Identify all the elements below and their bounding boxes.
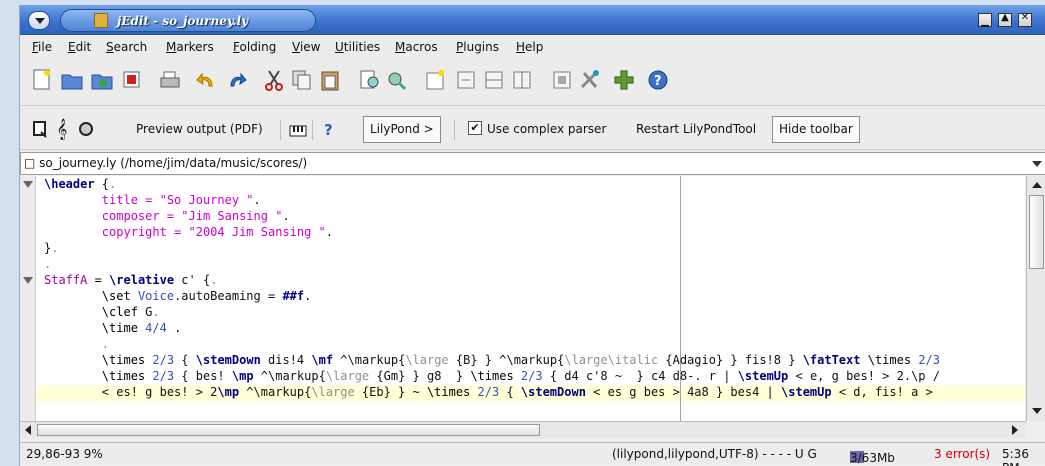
reload-file-icon[interactable]	[90, 68, 114, 92]
close-button[interactable]: ✕	[1018, 12, 1032, 27]
global-options-icon[interactable]	[578, 68, 602, 92]
split-vertical-icon[interactable]	[510, 68, 534, 92]
menu-bar: File Edit Search Markers Folding View Ut…	[20, 36, 1045, 58]
status-bar: 29,86-93 9% (lilypond,lilypond,UTF-8) - …	[20, 442, 1045, 466]
clock: 5:36 PM	[1002, 447, 1029, 466]
help-icon[interactable]: ?	[646, 68, 670, 92]
vertical-scrollbar[interactable]	[1026, 176, 1045, 421]
error-count[interactable]: 3 error(s)	[934, 447, 990, 461]
code-line: \header {.	[44, 177, 117, 191]
fold-marker-icon[interactable]	[23, 277, 33, 284]
lilypond-help-icon[interactable]: ?	[318, 117, 342, 141]
jedit-app-icon	[94, 13, 108, 28]
code-line: StaffA = \relative c' {.	[44, 273, 218, 287]
code-line: \time 4/4 .	[101, 321, 182, 335]
find-replace-icon[interactable]	[384, 68, 408, 92]
jedit-window: jEdit - so_journey.ly ▁ ▲ ✕ File Edit Se…	[19, 5, 1045, 466]
piano-icon[interactable]	[286, 117, 310, 141]
cut-icon[interactable]	[262, 68, 286, 92]
code-line: composer = "Jim Sansing ".	[101, 209, 290, 223]
buffer-mode[interactable]: (lilypond,lilypond,UTF-8) - - - - U G	[612, 447, 817, 461]
menu-edit[interactable]: Edit	[68, 40, 91, 54]
menu-folding[interactable]: Folding	[233, 40, 276, 54]
split-horizontal-icon[interactable]	[482, 68, 506, 92]
vertical-scroll-thumb[interactable]	[1029, 195, 1044, 269]
chevron-down-icon[interactable]	[1032, 161, 1042, 167]
menu-file[interactable]: File	[32, 40, 52, 54]
fold-gutter[interactable]	[20, 176, 36, 421]
menu-view[interactable]: View	[292, 40, 320, 54]
menu-markers[interactable]: Markers	[166, 40, 214, 54]
copy-icon[interactable]	[290, 68, 314, 92]
menu-search[interactable]: Search	[106, 40, 147, 54]
complex-parser-label: Use complex parser	[487, 122, 607, 136]
code-line: .	[44, 257, 52, 271]
menu-macros[interactable]: Macros	[395, 40, 438, 54]
restart-lilypondtool-link[interactable]: Restart LilyPondTool	[636, 122, 756, 136]
title-bar: jEdit - so_journey.ly ▁ ▲ ✕	[20, 5, 1045, 35]
lilypond-menu-button[interactable]: LilyPond >	[363, 116, 441, 143]
window-menu-button[interactable]	[28, 11, 50, 30]
title-pill: jEdit - so_journey.ly	[60, 9, 316, 32]
toolbar-separator	[312, 120, 313, 140]
unsplit-icon[interactable]	[454, 68, 478, 92]
horizontal-scroll-thumb[interactable]	[37, 424, 540, 436]
code-line: \set Voice.autoBeaming = ##f.	[101, 289, 312, 303]
svg-text:?: ?	[324, 121, 333, 139]
minimize-button[interactable]: ▁	[978, 13, 992, 27]
find-icon[interactable]	[358, 68, 382, 92]
code-line: copyright = "2004 Jim Sansing ".	[101, 225, 333, 239]
hide-toolbar-button[interactable]: Hide toolbar	[772, 116, 860, 143]
code-line: \times 2/3 { \stemDown dis!4 \mf ^\marku…	[101, 353, 940, 367]
treble-clef-icon[interactable]: 𝄞	[50, 117, 74, 141]
code-line: \clef G.	[101, 305, 160, 319]
open-folder-icon[interactable]	[60, 68, 84, 92]
paste-icon[interactable]	[318, 68, 342, 92]
scroll-right-icon[interactable]	[1012, 425, 1018, 435]
scroll-left-icon[interactable]	[25, 425, 31, 435]
svg-text:?: ?	[654, 74, 662, 89]
code-line: title = "So Journey ".	[101, 193, 261, 207]
preview-output-link[interactable]: Preview output (PDF)	[136, 122, 263, 136]
menu-help[interactable]: Help	[516, 40, 543, 54]
lilypond-toolbar: 𝄞 Preview output (PDF) ? LilyPond > ✔ Us…	[20, 108, 1045, 150]
compile-icon[interactable]	[28, 117, 52, 141]
buffer-options-icon[interactable]	[550, 68, 574, 92]
plugin-manager-icon[interactable]	[612, 68, 636, 92]
fold-marker-icon[interactable]	[23, 181, 33, 188]
horizontal-scrollbar[interactable]	[20, 421, 1026, 438]
code-line: < es! g bes! > 2\mp ^\markup{\large {Eb}…	[44, 385, 933, 399]
buffer-switcher[interactable]: □ so_journey.ly (/home/jim/data/music/sc…	[20, 152, 1045, 175]
complex-parser-checkbox[interactable]: ✔	[468, 121, 482, 135]
code-line: \times 2/3 { bes! \mp ^\markup{\large {G…	[101, 369, 940, 383]
toolbar-separator	[454, 120, 455, 140]
caret-position[interactable]: 29,86-93 9%	[26, 447, 103, 461]
code-line: .	[101, 337, 110, 351]
close-buffer-icon[interactable]	[120, 68, 144, 92]
menu-plugins[interactable]: Plugins	[456, 40, 499, 54]
scroll-up-icon[interactable]	[1032, 182, 1042, 188]
code-line: }.	[44, 241, 59, 255]
undo-icon[interactable]	[195, 68, 219, 92]
print-icon[interactable]	[158, 68, 182, 92]
text-area[interactable]: \header {. title = "So Journey ". compos…	[20, 176, 1025, 421]
window-title: jEdit - so_journey.ly	[117, 14, 249, 28]
midi-play-icon[interactable]	[74, 117, 98, 141]
new-view-icon[interactable]	[424, 68, 448, 92]
scroll-down-icon[interactable]	[1032, 408, 1042, 414]
buffer-path: □ so_journey.ly (/home/jim/data/music/sc…	[24, 156, 308, 170]
toolbar-separator	[280, 120, 281, 140]
redo-icon[interactable]	[224, 68, 248, 92]
new-file-icon[interactable]	[30, 68, 54, 92]
maximize-button[interactable]: ▲	[998, 12, 1012, 27]
main-toolbar: ?	[20, 60, 1045, 106]
menu-utilities[interactable]: Utilities	[335, 40, 380, 54]
